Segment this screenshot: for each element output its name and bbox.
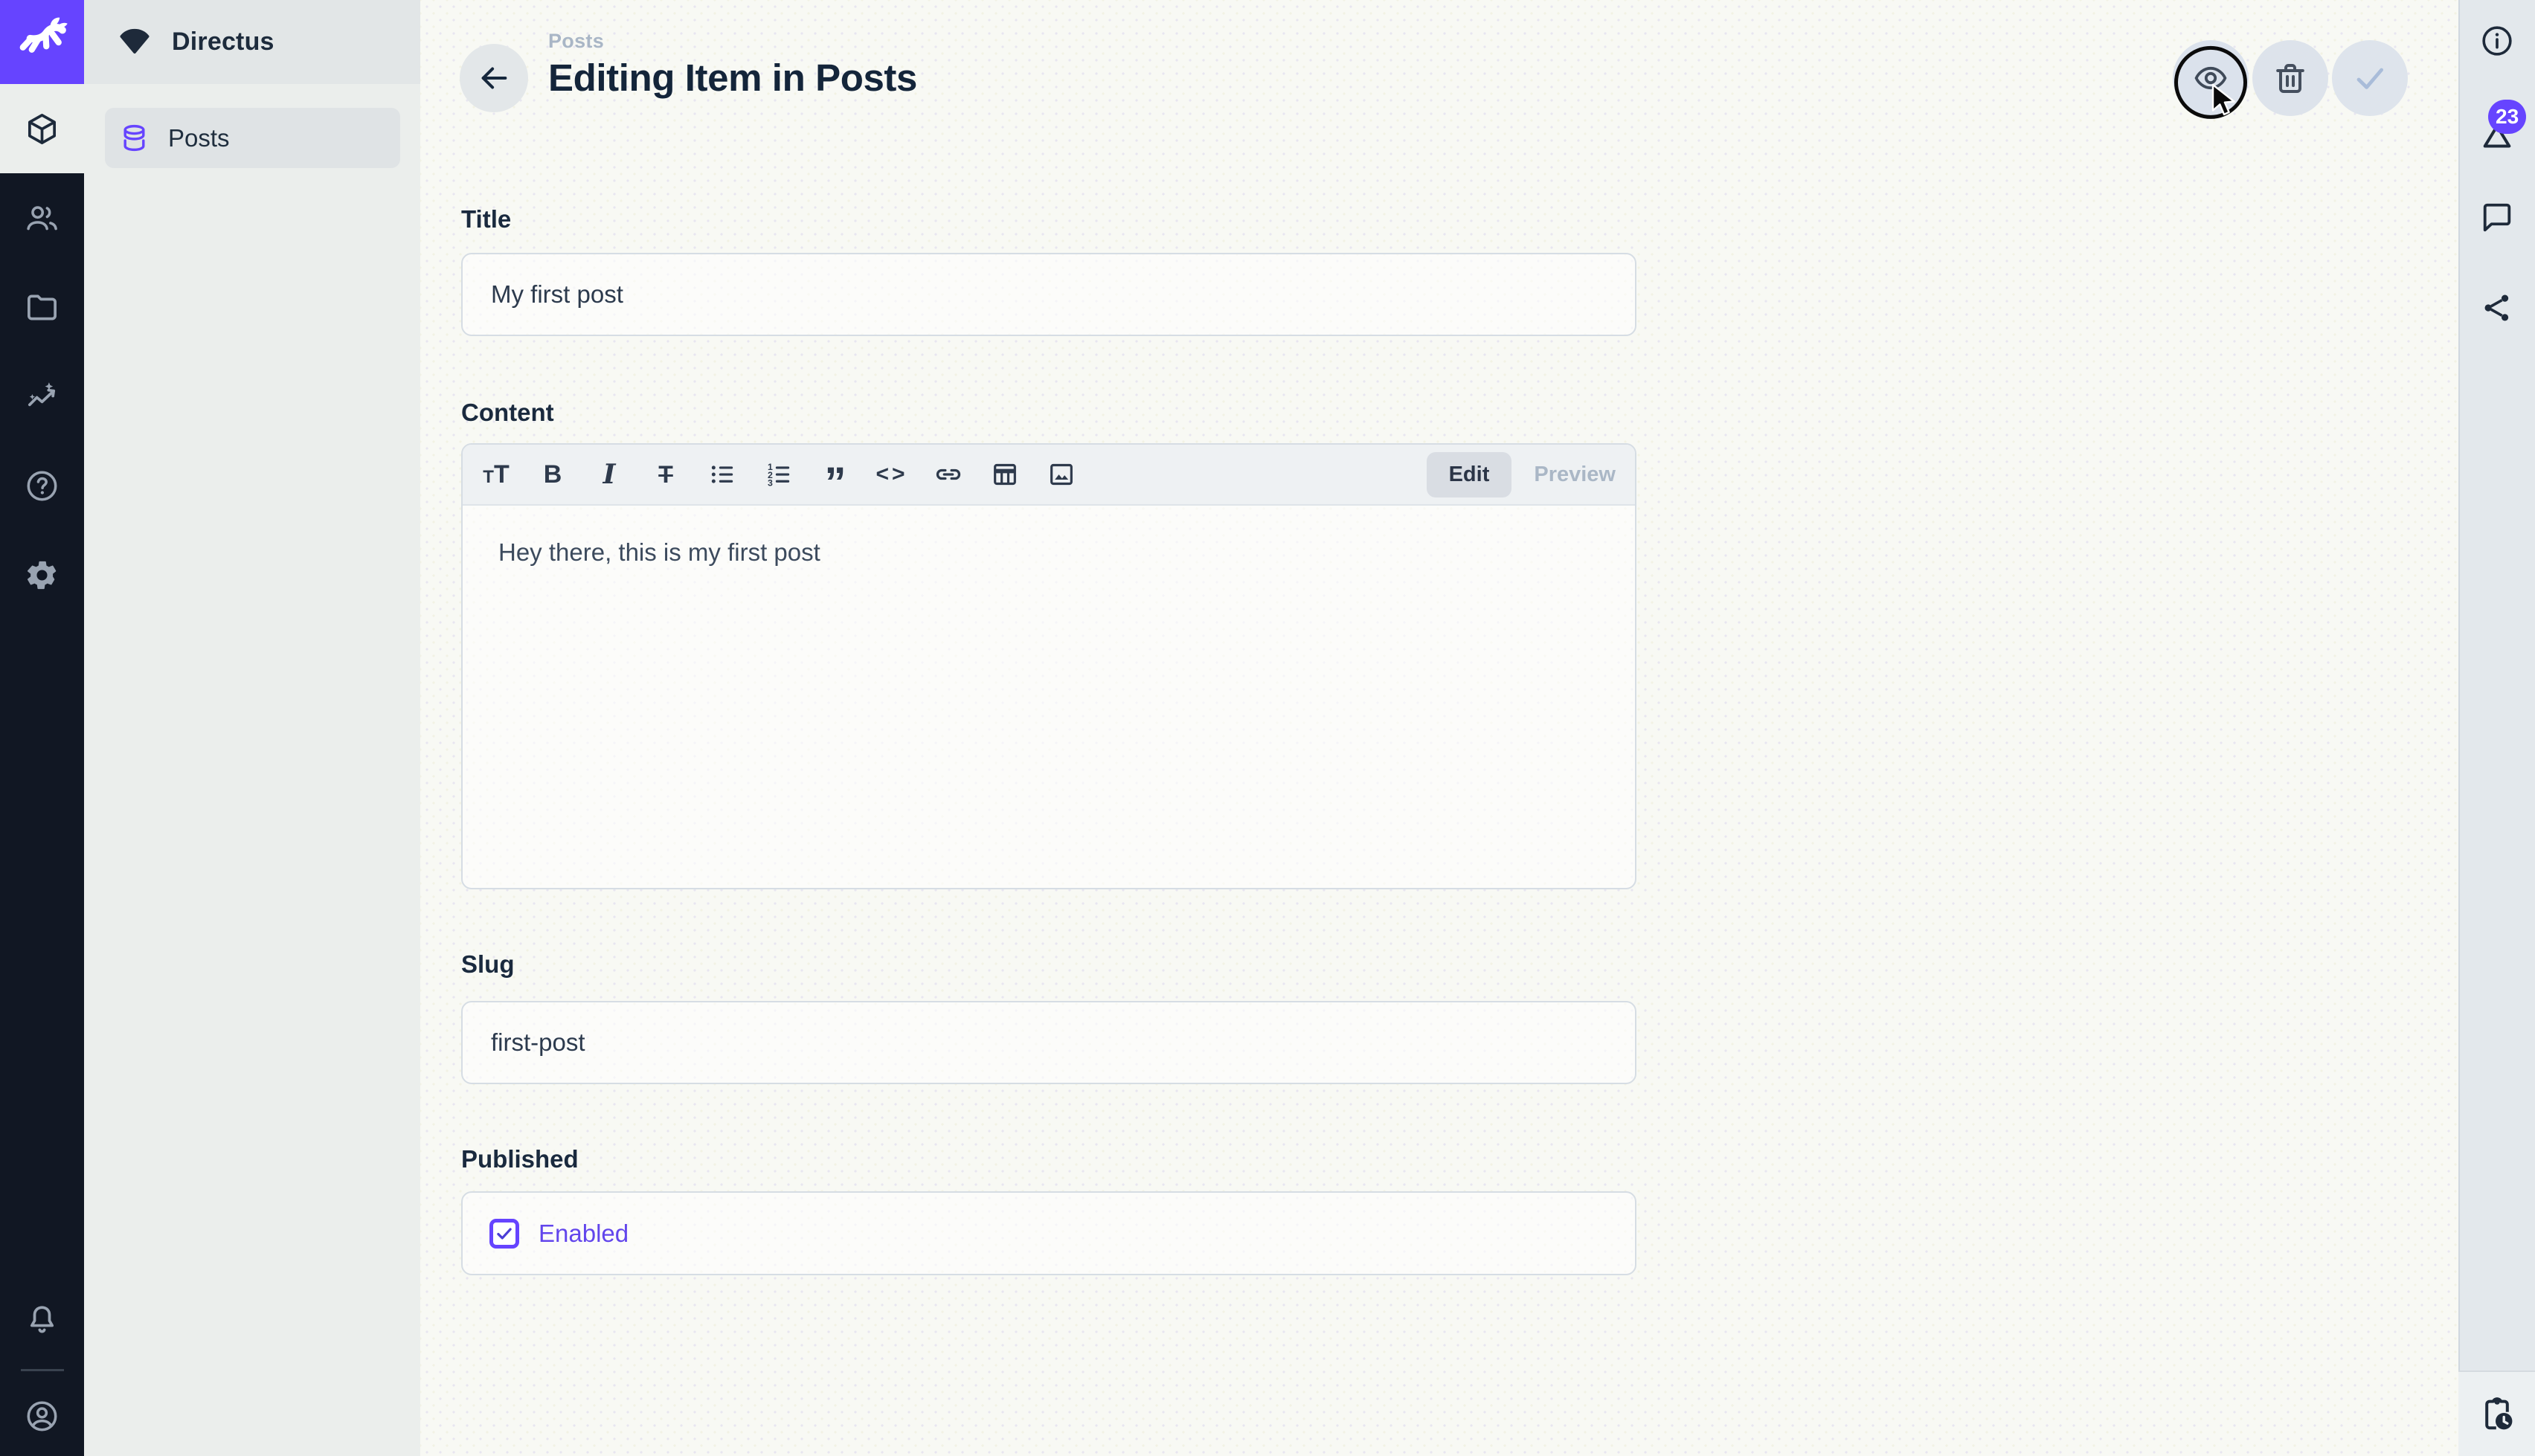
svg-text:3: 3: [768, 478, 773, 489]
help-icon: [25, 468, 60, 503]
header-actions: [2173, 40, 2408, 116]
sidebar-item-label: Posts: [168, 124, 230, 152]
image-icon: [1047, 460, 1076, 489]
arrow-left-icon: [477, 61, 511, 95]
link-button[interactable]: [930, 454, 967, 495]
user-circle-icon: [25, 1399, 60, 1434]
directus-logo[interactable]: [0, 0, 84, 84]
published-field: Enabled: [461, 1191, 1636, 1275]
blockquote-button[interactable]: ”: [817, 454, 854, 495]
module-settings[interactable]: [0, 530, 84, 619]
title-field-label: Title: [461, 205, 511, 233]
italic-icon: I: [603, 461, 616, 488]
slug-field-label: Slug: [461, 950, 515, 979]
link-icon: [934, 460, 963, 489]
module-bar-divider: [21, 1369, 64, 1371]
code-button[interactable]: <>: [873, 454, 910, 495]
editor-toolbar: TT B I T 1 2 3: [463, 445, 1635, 506]
module-docs[interactable]: [0, 441, 84, 530]
table-icon: [990, 460, 1020, 489]
checkbox-check-icon: [495, 1224, 514, 1243]
format-size-button[interactable]: TT: [478, 454, 515, 495]
folder-icon: [25, 290, 60, 325]
module-users[interactable]: [0, 173, 84, 262]
eye-icon: [2193, 60, 2229, 96]
breadcrumb[interactable]: Posts: [548, 30, 917, 53]
code-icon: <>: [875, 463, 907, 486]
module-bar: [0, 0, 84, 1456]
directus-app: Directus Posts Posts Editing Item in Pos…: [0, 0, 2535, 1456]
back-button[interactable]: [460, 44, 528, 112]
insights-icon: [25, 379, 60, 414]
comment-icon: [2480, 201, 2514, 235]
save-item-button[interactable]: [2332, 40, 2408, 116]
table-button[interactable]: [986, 454, 1024, 495]
clipboard-clock-icon: [2479, 1397, 2515, 1432]
strikethrough-button[interactable]: T: [647, 454, 684, 495]
share-sidebar-button[interactable]: [2458, 263, 2535, 352]
content-text: Hey there, this is my first post: [498, 538, 820, 566]
bold-button[interactable]: B: [534, 454, 571, 495]
revisions-sidebar-button[interactable]: 23: [2458, 82, 2535, 173]
format-size-icon: TT: [483, 462, 509, 487]
published-checkbox-label[interactable]: Enabled: [539, 1220, 629, 1248]
flows-sidebar-button[interactable]: [2458, 1370, 2535, 1456]
database-icon: [119, 123, 150, 153]
people-icon: [25, 201, 60, 236]
delete-item-button[interactable]: [2252, 40, 2328, 116]
published-checkbox[interactable]: [489, 1219, 519, 1249]
sidebar-item-posts[interactable]: Posts: [105, 108, 400, 168]
tab-preview[interactable]: Preview: [1526, 452, 1623, 497]
blockquote-icon: ”: [825, 474, 846, 492]
module-insights[interactable]: [0, 352, 84, 441]
bulleted-list-button[interactable]: [704, 454, 741, 495]
right-sidebar: 23: [2458, 0, 2535, 1456]
italic-button[interactable]: I: [591, 454, 628, 495]
module-content[interactable]: [0, 84, 84, 173]
image-button[interactable]: [1043, 454, 1080, 495]
strikethrough-icon: T: [658, 463, 673, 486]
numbered-list-icon: 1 2 3: [764, 460, 794, 489]
project-header[interactable]: Directus: [84, 0, 420, 84]
main-content: Posts Editing Item in Posts: [420, 0, 2458, 1456]
share-icon: [2480, 291, 2514, 325]
title-input[interactable]: [461, 253, 1636, 336]
published-field-label: Published: [461, 1145, 579, 1173]
account-button[interactable]: [0, 1376, 84, 1456]
navigation-sidebar: Directus Posts: [84, 0, 420, 1456]
markdown-editor: TT B I T 1 2 3: [461, 443, 1636, 889]
preview-item-button[interactable]: [2173, 40, 2249, 116]
bold-icon: B: [544, 462, 562, 487]
box-icon: [25, 112, 60, 146]
rabbit-icon: [16, 16, 69, 69]
content-field-label: Content: [461, 399, 554, 427]
title-block: Posts Editing Item in Posts: [548, 30, 917, 100]
bulleted-list-icon: [707, 460, 737, 489]
revisions-count-badge: 23: [2488, 100, 2526, 134]
notifications-button[interactable]: [0, 1275, 84, 1365]
fan-icon: [117, 25, 152, 60]
comments-sidebar-button[interactable]: [2458, 173, 2535, 263]
info-sidebar-button[interactable]: [2458, 0, 2535, 82]
editor-textarea[interactable]: Hey there, this is my first post: [463, 506, 1635, 567]
page-title: Editing Item in Posts: [548, 56, 917, 100]
gear-icon: [25, 558, 60, 593]
module-files[interactable]: [0, 262, 84, 352]
numbered-list-button[interactable]: 1 2 3: [760, 454, 797, 495]
bell-icon: [25, 1303, 60, 1338]
slug-input[interactable]: [461, 1001, 1636, 1084]
tab-edit[interactable]: Edit: [1427, 452, 1512, 497]
project-name: Directus: [172, 28, 274, 57]
info-icon: [2480, 24, 2514, 58]
trash-icon: [2272, 60, 2308, 96]
check-icon: [2352, 60, 2388, 96]
